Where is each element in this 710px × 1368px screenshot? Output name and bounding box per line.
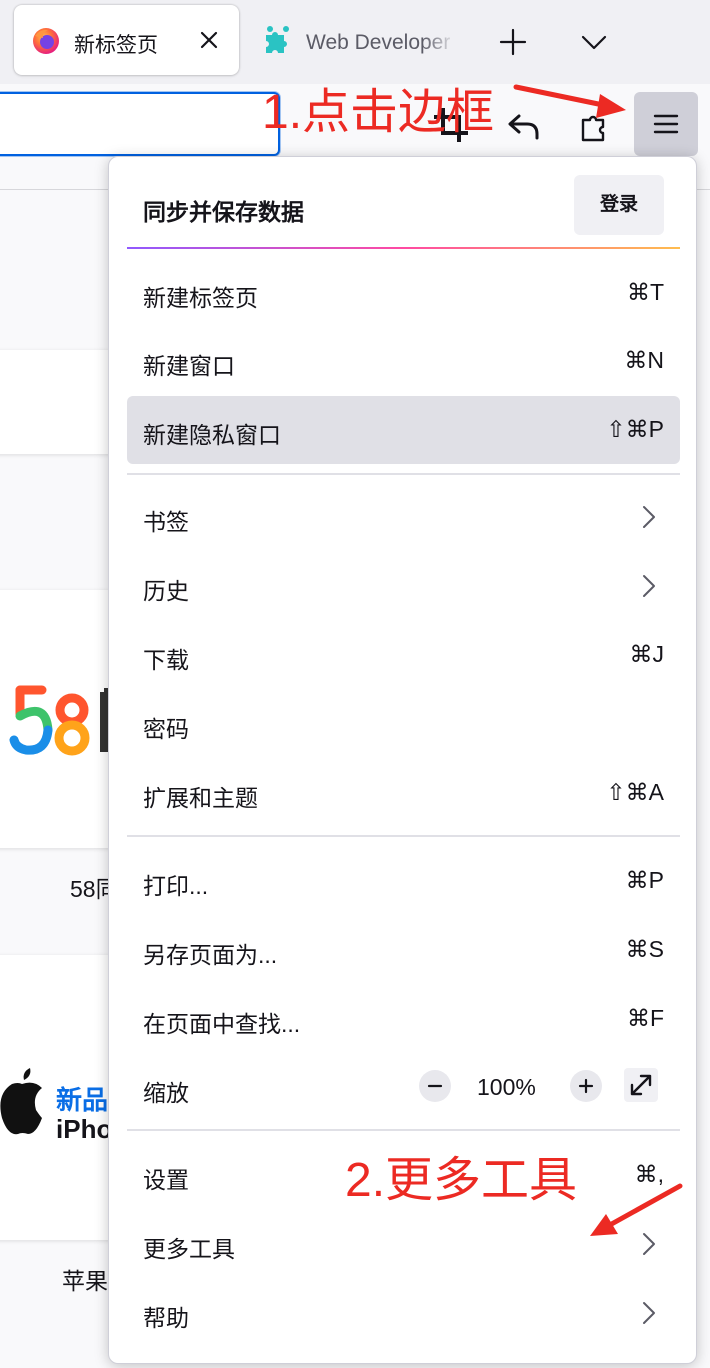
menu-item-label: 下载 [143,647,189,673]
chevron-right-icon [643,506,655,528]
menu-item-print[interactable]: 打印... ⌘P [127,847,680,915]
menu-item-label: 帮助 [143,1305,189,1331]
extensions-icon[interactable] [577,106,615,144]
menu-item-shortcut: ⌘T [626,279,664,305]
tab-label: Web Developer [306,31,451,54]
menu-separator [127,1129,680,1131]
menu-item-label: 在页面中查找... [143,1011,301,1037]
hamburger-menu-icon [653,114,679,134]
zoom-out-button[interactable] [419,1070,451,1102]
tab-new-tab[interactable]: 新标签页 [14,5,239,75]
zoom-in-button[interactable] [570,1070,602,1102]
menu-item-label: 书签 [143,509,189,535]
menu-item-label: 更多工具 [143,1236,235,1262]
chevron-right-icon [643,1233,655,1255]
menu-item-label: 打印... [143,873,209,899]
apple-logo-icon [0,1068,43,1135]
menu-item-history[interactable]: 历史 [127,552,680,620]
menu-item-shortcut: ⇧⌘P [606,416,664,442]
sign-in-button[interactable]: 登录 [574,175,664,235]
menu-item-shortcut: ⌘F [626,1005,664,1031]
firefox-icon [33,28,59,54]
annotation-step2: 2.更多工具 [345,1154,578,1207]
sync-title: 同步并保存数据 [143,199,304,225]
undo-icon[interactable] [505,106,543,144]
fullscreen-icon [630,1074,652,1096]
menu-item-new-private-window[interactable]: 新建隐私窗口 ⇧⌘P [127,396,680,464]
menu-item-shortcut: ⌘N [624,347,664,373]
menu-item-label: 密码 [143,716,189,742]
menu-item-shortcut: ⌘P [625,867,664,893]
chevron-down-icon[interactable] [576,24,612,60]
menu-item-save-page-as[interactable]: 另存页面为... ⌘S [127,916,680,984]
url-bar[interactable] [0,92,280,156]
apple-promo-line2: iPho [56,1114,113,1144]
menu-item-label: 缩放 [143,1080,189,1106]
menu-item-downloads[interactable]: 下载 ⌘J [127,621,680,689]
menu-item-shortcut: ⌘S [625,936,664,962]
menu-item-label: 新建隐私窗口 [143,422,281,448]
menu-item-passwords[interactable]: 密码 [127,690,680,758]
fullscreen-button[interactable] [624,1068,658,1102]
menu-item-shortcut: ⌘J [629,641,665,667]
menu-item-label: 设置 [143,1167,189,1193]
minus-icon [427,1084,443,1088]
menu-item-label: 另存页面为... [143,942,278,968]
hamburger-menu-button[interactable] [634,92,698,156]
menu-item-help[interactable]: 帮助 [127,1279,680,1347]
menu-item-label: 新建标签页 [143,285,258,311]
menu-item-bookmarks[interactable]: 书签 [127,483,680,551]
menu-item-zoom: 缩放 100% [127,1054,680,1122]
close-tab-icon[interactable] [196,27,222,53]
puzzle-icon [266,26,289,53]
menu-item-label: 新建窗口 [143,353,235,379]
zoom-level[interactable]: 100% [477,1074,536,1101]
menu-separator [127,835,680,837]
menu-item-label: 历史 [143,578,189,604]
site-apple-label: 苹果 [62,1268,108,1294]
chevron-right-icon [643,1302,655,1324]
plus-icon [578,1078,594,1094]
menu-item-shortcut: ⇧⌘A [606,779,664,805]
apple-promo-line1: 新品 [56,1085,109,1115]
tab-label: 新标签页 [74,34,158,57]
menu-item-label: 扩展和主题 [143,785,258,811]
menu-item-shortcut: ⌘, [634,1161,664,1187]
menu-item-find-in-page[interactable]: 在页面中查找... ⌘F [127,985,680,1053]
menu-item-new-tab[interactable]: 新建标签页 ⌘T [127,259,680,327]
annotation-step1: 1.点击边框 [262,86,495,139]
header-divider [127,247,680,249]
chevron-right-icon [643,575,655,597]
tab-web-developer[interactable]: Web Developer [248,5,463,75]
menu-item-more-tools[interactable]: 更多工具 [127,1210,680,1278]
menu-item-addons-themes[interactable]: 扩展和主题 ⇧⌘A [127,759,680,827]
menu-item-new-window[interactable]: 新建窗口 ⌘N [127,327,680,395]
plus-icon[interactable] [495,24,531,60]
menu-separator [127,473,680,475]
